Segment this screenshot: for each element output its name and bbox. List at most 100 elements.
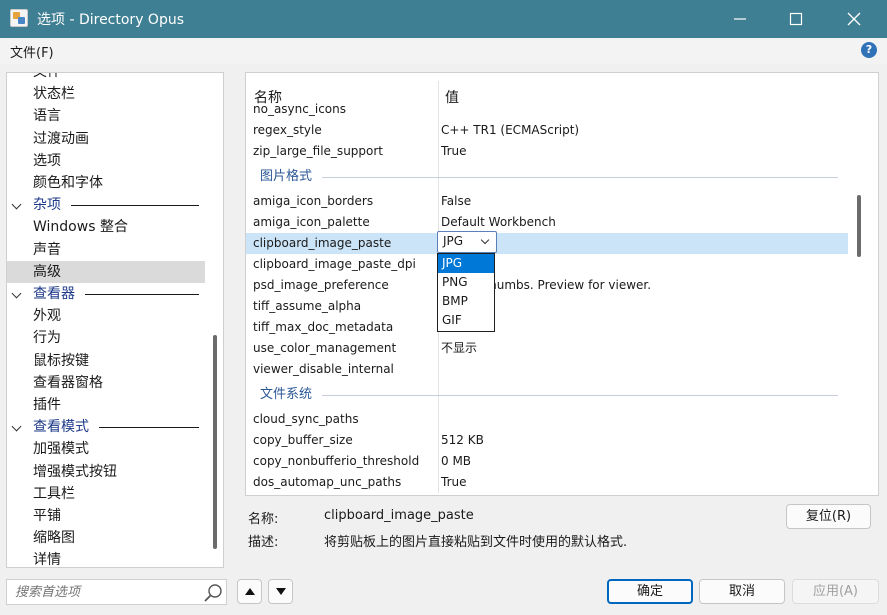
chevron-down-icon[interactable]	[11, 421, 22, 432]
setting-value: True	[441, 144, 467, 158]
tree-item[interactable]: 状态栏	[7, 83, 205, 105]
grid-row[interactable]: use_color_management 不显示	[246, 338, 848, 359]
tree-item-label: 杂项	[33, 197, 61, 213]
chevron-down-icon[interactable]	[11, 199, 22, 210]
tree-item-label: 鼠标按键	[33, 353, 89, 369]
tree-item[interactable]: 平铺	[7, 505, 205, 527]
grid-row[interactable]: amiga_icon_borders False	[246, 191, 848, 212]
tree-item-label: 插件	[33, 397, 61, 413]
grid-row[interactable]: regex_style C++ TR1 (ECMAScript)	[246, 120, 848, 141]
tree-item[interactable]: 鼠标按键	[7, 350, 205, 372]
tree-item[interactable]: 外观	[7, 305, 205, 327]
setting-name: tiff_max_doc_metadata	[253, 320, 394, 334]
tree-group[interactable]: 杂项	[7, 194, 205, 216]
grid-row[interactable]: clipboard_image_paste_dpi	[246, 254, 848, 275]
tree-item[interactable]: 工具栏	[7, 483, 205, 505]
setting-name: amiga_icon_palette	[253, 215, 370, 229]
grid-row[interactable]: psd_image_preference mb for thumbs. Previ…	[246, 275, 848, 296]
tree-item[interactable]: Windows 整合	[7, 216, 205, 238]
apply-button[interactable]: 应用(A)	[792, 579, 879, 604]
reset-button[interactable]: 复位(R)	[786, 504, 871, 529]
tree-item[interactable]: 缩略图	[7, 527, 205, 549]
tree-item[interactable]: 文件	[7, 73, 205, 83]
maximize-button[interactable]	[773, 0, 819, 38]
tree-item-label: 平铺	[33, 508, 61, 524]
setting-name: cloud_sync_paths	[253, 412, 359, 426]
search-icon[interactable]	[203, 583, 223, 603]
tree-item[interactable]: 详情	[7, 549, 205, 567]
search-input[interactable]	[15, 583, 195, 601]
ok-button[interactable]: 确定	[607, 579, 693, 604]
move-down-button[interactable]	[268, 579, 293, 604]
grid-row[interactable]: copy_buffer_size 512 KB	[246, 430, 848, 451]
detail-name-label: 名称:	[248, 512, 279, 527]
tree-item[interactable]: 语言	[7, 105, 205, 127]
tree-item-label: 声音	[33, 242, 61, 258]
section-label: 图片格式	[260, 169, 313, 184]
setting-value: Default Workbench	[441, 215, 556, 229]
tree-item[interactable]: 颜色和字体	[7, 172, 205, 194]
grid-row[interactable]: no_async_icons	[246, 99, 848, 120]
close-button[interactable]	[831, 0, 877, 38]
dropdown-option[interactable]: GIF	[438, 311, 494, 330]
grid-row[interactable]: clipboard_image_paste	[246, 233, 848, 254]
dropdown-option[interactable]: JPG	[438, 254, 494, 273]
grid-section-header: 图片格式	[246, 166, 848, 188]
cancel-button[interactable]: 取消	[699, 579, 785, 604]
triangle-up-icon	[245, 588, 255, 595]
tree-item[interactable]: 加强模式	[7, 438, 205, 460]
grid-row[interactable]: zip_large_file_support True	[246, 141, 848, 162]
tree-item[interactable]: 增强模式按钮	[7, 461, 205, 483]
dropdown-option[interactable]: BMP	[438, 292, 494, 311]
title-bar: 选项 - Directory Opus	[0, 0, 887, 38]
setting-name: clipboard_image_paste	[253, 236, 392, 250]
grid-row[interactable]: dos_automap_unc_paths True	[246, 472, 848, 493]
chevron-down-icon[interactable]	[11, 288, 22, 299]
tree-item[interactable]: 行为	[7, 327, 205, 349]
window-title: 选项 - Directory Opus	[37, 12, 184, 28]
setting-name: regex_style	[253, 123, 322, 137]
maximize-icon	[789, 12, 803, 26]
tree-item-label: 查看器	[33, 286, 75, 302]
tree-item[interactable]: 选项	[7, 150, 205, 172]
dropdown-option[interactable]: PNG	[438, 273, 494, 292]
grid-scrollbar[interactable]	[857, 195, 861, 257]
section-divider	[322, 395, 838, 396]
tree-item[interactable]: 高级	[7, 261, 205, 283]
tree-item-label: 颜色和字体	[33, 175, 103, 191]
chevron-down-icon	[480, 235, 490, 245]
grid-row[interactable]: cloud_sync_paths	[246, 409, 848, 430]
grid-row[interactable]: tiff_assume_alpha	[246, 296, 848, 317]
image-format-dropdown[interactable]: JPG	[437, 231, 497, 253]
tree-item[interactable]: 查看器窗格	[7, 372, 205, 394]
grid-row[interactable]: tiff_max_doc_metadata	[246, 317, 848, 338]
tree-group[interactable]: 查看器	[7, 283, 205, 305]
minimize-icon	[734, 18, 746, 20]
tree-scrollbar[interactable]	[213, 335, 217, 549]
section-divider	[322, 177, 838, 178]
setting-value: 不显示	[441, 341, 478, 355]
grid-row[interactable]: amiga_icon_palette Default Workbench	[246, 212, 848, 233]
setting-value: False	[441, 194, 472, 208]
grid-row[interactable]: viewer_disable_internal	[246, 359, 848, 380]
menu-file[interactable]: 文件(F)	[10, 42, 54, 61]
dropdown-list: JPG PNG BMP GIF	[437, 253, 495, 332]
tree-item-label: 查看器窗格	[33, 375, 103, 391]
tree-item-label: 查看模式	[33, 419, 89, 435]
tree-item-label: 选项	[33, 153, 61, 169]
move-up-button[interactable]	[237, 579, 262, 604]
grid-section-header: 文件系统	[246, 384, 848, 406]
tree-item[interactable]: 声音	[7, 239, 205, 261]
dropdown-option-label: JPG	[442, 256, 463, 270]
tree-group[interactable]: 查看模式	[7, 416, 205, 438]
minimize-button[interactable]	[717, 0, 763, 38]
tree-item-label: 加强模式	[33, 441, 89, 457]
tree-item[interactable]: 插件	[7, 394, 205, 416]
property-grid: 名称 值 no_async_icons regex_style C++ TR1 (E…	[245, 72, 879, 496]
setting-value: True	[441, 475, 467, 489]
grid-row[interactable]: copy_nonbufferio_threshold 0 MB	[246, 451, 848, 472]
help-icon[interactable]: ?	[861, 42, 877, 58]
tree-item[interactable]: 过渡动画	[7, 128, 205, 150]
tree-item-label: 行为	[33, 330, 61, 346]
setting-name: psd_image_preference	[253, 278, 389, 292]
